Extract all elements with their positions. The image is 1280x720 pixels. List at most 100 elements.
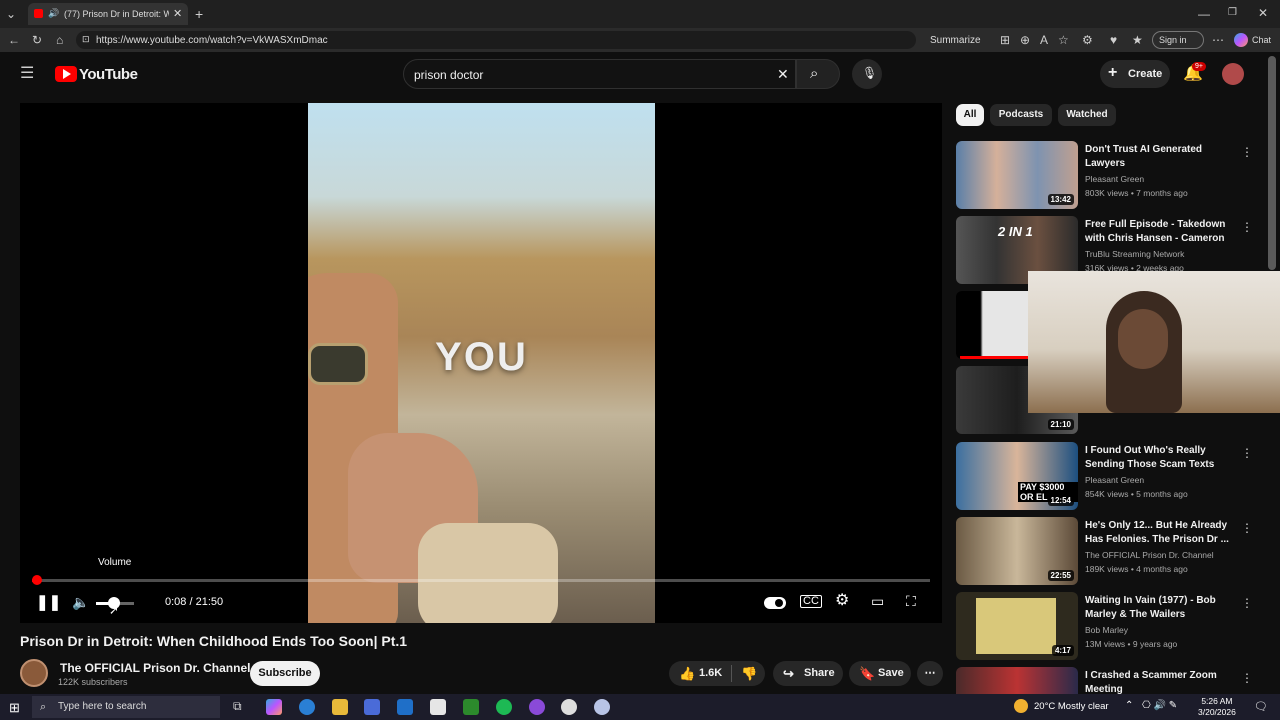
minimize-icon[interactable]: — [1198,8,1210,20]
chip-all[interactable]: All [956,104,984,126]
recommendation-channel[interactable]: TruBlu Streaming Network [1085,249,1184,259]
notification-center-icon[interactable]: 🗨 [1254,700,1268,713]
audio-icon[interactable]: 🔊 [48,8,59,19]
dislike-icon[interactable]: 👎 [741,661,757,686]
search-input[interactable]: prison doctor ✕ [403,59,796,89]
thumbnail[interactable]: 13:42 [956,141,1078,209]
recommendation-title[interactable]: Waiting In Vain (1977) - Bob Marley & Th… [1085,594,1235,622]
new-tab-icon[interactable]: + [195,7,203,21]
recommendation-item[interactable]: I Crashed a Scammer Zoom Meeting ⋮ [956,667,1266,694]
more-actions-button[interactable]: ⋯ [917,661,943,686]
favorites-bar-icon[interactable]: ★ [1132,34,1143,46]
video-frame[interactable]: YOU [308,103,655,623]
edge-taskbar-icon[interactable] [299,699,315,715]
chat-label[interactable]: Chat [1252,35,1271,45]
site-info-icon[interactable]: ⊡ [82,34,90,45]
volume-icon[interactable]: 🔈 [72,595,89,609]
autoplay-toggle[interactable] [764,597,786,609]
youtube-logo-icon[interactable] [55,66,77,82]
more-options-icon[interactable]: ⋮ [1241,671,1253,685]
thumbnail[interactable]: PAY $3000 OR EL 12:54 [956,442,1078,510]
chatgpt-icon[interactable] [561,699,577,715]
xbox-icon[interactable] [463,699,479,715]
pause-icon[interactable]: ❚❚ [36,595,61,610]
back-icon[interactable]: ← [8,34,20,46]
zoom-icon[interactable]: ⊕ [1020,34,1030,46]
taskbar-clock[interactable]: 5:26 AM 3/20/2026 [1198,696,1236,718]
read-aloud-icon[interactable]: ⊞ [1000,34,1010,46]
theater-mode-icon[interactable]: ▭ [871,594,884,608]
create-button[interactable]: + Create [1100,60,1170,88]
like-count[interactable]: 1.6K [699,661,722,686]
refresh-icon[interactable]: ↻ [32,34,42,46]
taskbar-search[interactable]: ⌕ Type here to search [32,696,220,718]
text-size-icon[interactable]: A [1040,34,1048,46]
thumbnail[interactable] [956,667,1078,694]
recommendation-title[interactable]: Don't Trust AI Generated Lawyers [1085,143,1235,171]
home-icon[interactable]: ⌂ [56,34,63,46]
recommendation-item[interactable]: PAY $3000 OR EL 12:54 I Found Out Who's … [956,442,1266,512]
channel-name[interactable]: The OFFICIAL Prison Dr. Channel [60,661,250,675]
page-scrollbar[interactable] [1268,56,1276,270]
voice-search-button[interactable]: 🎙 [852,59,882,89]
share-button[interactable]: ↪ Share [773,661,843,686]
close-tab-icon[interactable]: ✕ [173,7,182,20]
recommendation-item[interactable]: 13:42 Don't Trust AI Generated Lawyers P… [956,141,1266,211]
chip-podcasts[interactable]: Podcasts [990,104,1052,126]
weather-text[interactable]: 20°C Mostly clear [1034,701,1109,712]
subscribe-button[interactable]: Subscribe [250,661,320,686]
more-options-icon[interactable]: ⋮ [1241,220,1253,234]
more-icon[interactable]: ⋯ [1212,34,1224,46]
restore-icon[interactable]: ❐ [1228,8,1237,18]
user-avatar[interactable] [1222,63,1244,85]
recommendation-item[interactable]: 22:55 He's Only 12... But He Already Has… [956,517,1266,587]
recommendation-channel[interactable]: Pleasant Green [1085,174,1144,184]
progress-bar[interactable] [32,575,930,585]
copilot-taskbar-icon[interactable] [266,699,282,715]
captions-icon[interactable]: CC [800,595,822,608]
app-icon[interactable] [594,699,610,715]
thumbnail[interactable]: 22:55 [956,517,1078,585]
tab-list-icon[interactable]: ⌄ [6,8,16,20]
channel-avatar[interactable] [20,659,48,687]
messenger-icon[interactable] [529,699,545,715]
copilot-icon[interactable] [1234,33,1248,47]
like-icon[interactable]: 👍 [679,661,695,686]
weather-icon[interactable] [1014,699,1028,713]
outlook-icon[interactable] [397,699,413,715]
clear-search-icon[interactable]: ✕ [777,66,789,83]
chip-watched[interactable]: Watched [1058,104,1116,126]
recommendation-channel[interactable]: The OFFICIAL Prison Dr. Channel [1085,550,1214,560]
menu-icon[interactable]: ☰ [20,66,34,82]
store-icon[interactable] [364,699,380,715]
recommendation-item[interactable]: 4:17 Waiting In Vain (1977) - Bob Marley… [956,592,1266,662]
recommendation-channel[interactable]: Bob Marley [1085,625,1128,635]
thumbnail[interactable]: 4:17 [956,592,1078,660]
recommendation-title[interactable]: I Crashed a Scammer Zoom Meeting [1085,669,1235,694]
more-options-icon[interactable]: ⋮ [1241,145,1253,159]
extensions-icon[interactable]: ⚙ [1082,34,1093,46]
summarize-label[interactable]: Summarize [930,35,981,46]
window-close-icon[interactable]: ✕ [1258,7,1268,19]
logo-text[interactable]: YouTube [79,66,138,83]
file-explorer-icon[interactable] [332,699,348,715]
fullscreen-icon[interactable]: ⛶ [906,594,916,608]
tray-icons[interactable]: ⎔ 🔊 ✎ [1142,700,1177,711]
browser-tab[interactable]: 🔊 (77) Prison Dr in Detroit: Whe ✕ [28,3,188,25]
more-options-icon[interactable]: ⋮ [1241,521,1253,535]
recommendation-title[interactable]: He's Only 12... But He Already Has Felon… [1085,519,1235,547]
recommendation-channel[interactable]: Pleasant Green [1085,475,1144,485]
windows-start-icon[interactable]: ⊞ [9,700,20,716]
spotify-icon[interactable] [496,699,512,715]
save-button[interactable]: 🔖 Save [849,661,911,686]
sign-in-button[interactable]: Sign in [1152,31,1204,49]
search-button[interactable]: ⌕ [796,59,840,89]
settings-gear-icon[interactable]: ⚙ [835,593,849,609]
task-view-icon[interactable]: ⧉ [233,699,249,715]
progress-scrubber[interactable] [32,575,43,585]
more-options-icon[interactable]: ⋮ [1241,446,1253,460]
favorite-icon[interactable]: ☆ [1058,34,1069,46]
recommendation-title[interactable]: I Found Out Who's Really Sending Those S… [1085,444,1235,472]
more-options-icon[interactable]: ⋮ [1241,596,1253,610]
browser-essentials-icon[interactable]: ♥ [1110,34,1117,46]
